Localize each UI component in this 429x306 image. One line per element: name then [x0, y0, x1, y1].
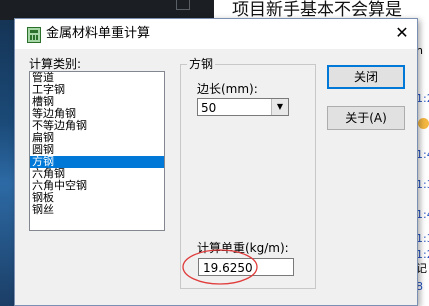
group-title: 方钢: [187, 57, 216, 71]
about-button[interactable]: 关于(A): [327, 106, 405, 130]
background-article-title: 项目新手基本不会算是: [232, 0, 402, 20]
side-length-label: 边长(mm):: [197, 82, 258, 96]
title-bar[interactable]: 金属材料单重计算 ✕: [15, 19, 417, 49]
result-value: 19.6250: [203, 261, 253, 275]
close-button[interactable]: 关闭: [327, 65, 405, 89]
category-listbox[interactable]: 管道 工字钢 槽钢 等边角钢 不等边角钢 扁钢 圆钢 方钢 六角钢 六角中空钢 钢板 钢丝: [29, 71, 165, 231]
side-length-combobox[interactable]: 50 ▼: [197, 98, 289, 116]
close-icon[interactable]: ✕: [391, 23, 413, 43]
list-item[interactable]: 钢丝: [30, 204, 164, 216]
category-label: 计算类别:: [29, 57, 82, 71]
background-window-strip: [0, 0, 214, 20]
metal-weight-dialog: 金属材料单重计算 ✕ 计算类别: 管道 工字钢 槽钢 等边角钢 不等边角钢 扁钢 圆钢 方钢六…: [14, 18, 418, 306]
result-label: 计算单重(kg/m):: [197, 241, 289, 255]
dropdown-arrow-icon[interactable]: ▼: [271, 99, 288, 115]
cube-icon: [176, 0, 190, 10]
emoji-icon: [418, 118, 429, 129]
dialog-title: 金属材料单重计算: [46, 26, 151, 41]
side-length-value: 50: [201, 101, 217, 115]
calculator-icon: [27, 27, 41, 43]
result-field[interactable]: 19.6250: [198, 258, 294, 276]
